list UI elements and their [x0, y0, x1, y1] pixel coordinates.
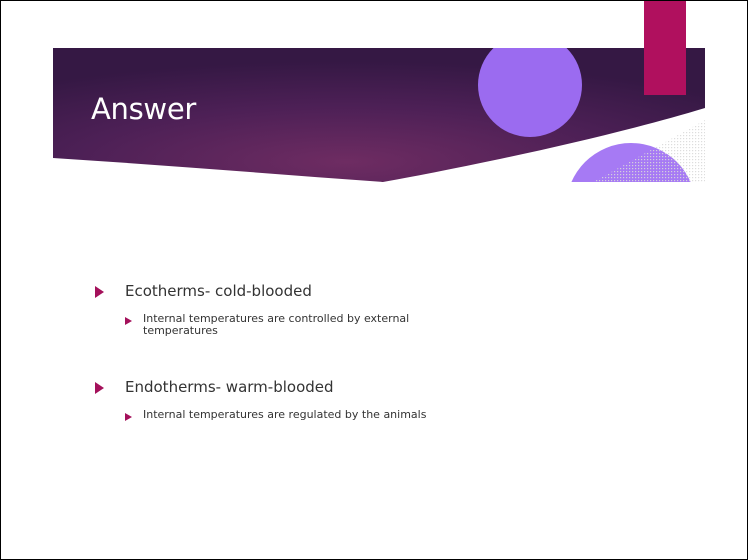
bullet-text: Ecotherms- cold-blooded: [125, 282, 312, 300]
slide: Answer Ecotherms- cold-blooded Internal …: [0, 0, 748, 560]
bullet-item-endotherms: Endotherms- warm-blooded Internal temper…: [95, 377, 655, 421]
bullet-text: Endotherms- warm-blooded: [125, 378, 334, 396]
sub-bullet-text: Internal temperatures are controlled by …: [143, 312, 410, 337]
sub-bullet-list: Internal temperatures are regulated by t…: [125, 409, 655, 421]
sub-bullet-arrow-icon: [125, 317, 132, 325]
sub-bullet-text: Internal temperatures are regulated by t…: [143, 408, 427, 421]
bullet-list: Ecotherms- cold-blooded Internal tempera…: [95, 281, 655, 421]
bullet-item-ecotherms: Ecotherms- cold-blooded Internal tempera…: [95, 281, 655, 337]
title-banner: Answer: [53, 48, 705, 182]
accent-bar: [644, 1, 686, 95]
sub-bullet-item: Internal temperatures are regulated by t…: [125, 409, 655, 421]
sub-bullet-item: Internal temperatures are controlled by …: [125, 313, 655, 337]
slide-title: Answer: [91, 92, 197, 126]
bullet-arrow-icon: [95, 286, 104, 298]
sub-bullet-list: Internal temperatures are controlled by …: [125, 313, 655, 337]
bullet-arrow-icon: [95, 382, 104, 394]
sub-bullet-arrow-icon: [125, 413, 132, 421]
